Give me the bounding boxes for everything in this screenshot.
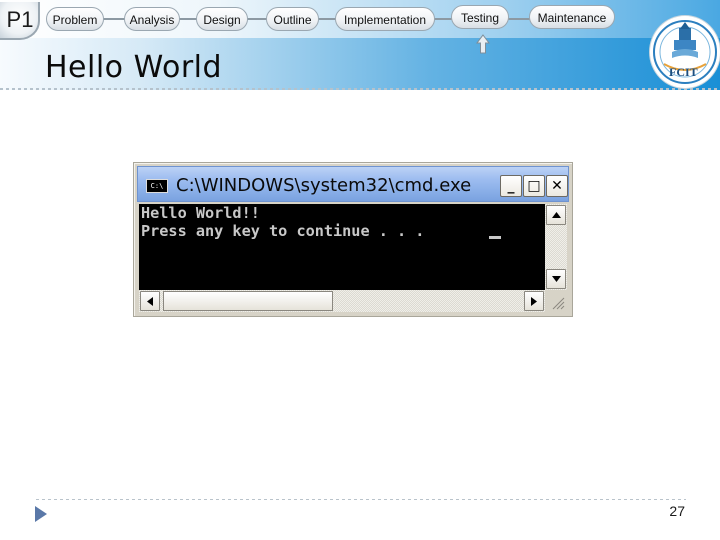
header-band: P1 Problem Analysis Design Outline Imple…: [0, 0, 720, 90]
arrow-up-icon: [551, 212, 561, 218]
current-step-arrow-icon: [476, 34, 490, 54]
maximize-icon: □: [527, 178, 541, 194]
console-titlebar[interactable]: C:\ C:\WINDOWS\system32\cmd.exe _ □ ✕: [137, 166, 569, 202]
step-implementation[interactable]: Implementation: [335, 7, 435, 31]
arrow-left-icon: [147, 296, 153, 306]
header-divider: [0, 88, 720, 90]
fcit-logo: FCIT: [650, 16, 720, 88]
horizontal-scroll-thumb[interactable]: [163, 291, 333, 311]
console-line: Press any key to continue . . .: [141, 222, 434, 240]
step-connector: [318, 18, 336, 20]
step-analysis[interactable]: Analysis: [124, 7, 180, 31]
arrow-down-icon: [551, 276, 561, 282]
step-maintenance[interactable]: Maintenance: [529, 5, 615, 29]
section-badge: P1: [0, 2, 40, 40]
step-connector: [247, 18, 267, 20]
slide-bullet-arrow-icon: [35, 506, 47, 522]
resize-grip[interactable]: [545, 290, 567, 312]
scroll-up-button[interactable]: [546, 205, 566, 225]
footer-divider: [36, 499, 686, 500]
maximize-button[interactable]: □: [523, 175, 545, 197]
step-outline[interactable]: Outline: [266, 7, 319, 31]
step-connector: [508, 18, 530, 20]
console-output[interactable]: Hello World!! Press any key to continue …: [139, 204, 545, 290]
step-connector: [179, 18, 197, 20]
console-line: Hello World!!: [141, 204, 260, 222]
console-text: Hello World!! Press any key to continue …: [141, 204, 434, 240]
resize-grip-icon: [552, 297, 565, 310]
step-problem[interactable]: Problem: [46, 7, 104, 31]
scroll-down-button[interactable]: [546, 269, 566, 289]
window-title: C:\WINDOWS\system32\cmd.exe: [176, 175, 472, 196]
step-testing[interactable]: Testing: [451, 5, 509, 29]
close-button[interactable]: ✕: [546, 175, 568, 197]
vertical-scrollbar[interactable]: [545, 204, 567, 290]
console-window: C:\ C:\WINDOWS\system32\cmd.exe _ □ ✕ He…: [133, 162, 573, 317]
text-cursor: [489, 236, 501, 239]
step-connector: [103, 18, 125, 20]
close-icon: ✕: [551, 178, 563, 194]
scroll-right-button[interactable]: [524, 291, 544, 311]
scroll-left-button[interactable]: [140, 291, 160, 311]
horizontal-scrollbar[interactable]: [139, 290, 545, 312]
page-title: Hello World: [45, 50, 223, 85]
page-number: 27: [669, 503, 685, 519]
logo-text: FCIT: [669, 65, 698, 79]
minimize-button[interactable]: _: [500, 175, 522, 197]
arrow-right-icon: [531, 296, 537, 306]
cmd-icon: C:\: [146, 179, 168, 193]
minimize-icon: _: [507, 178, 515, 194]
step-connector: [434, 18, 452, 20]
step-design[interactable]: Design: [196, 7, 248, 31]
